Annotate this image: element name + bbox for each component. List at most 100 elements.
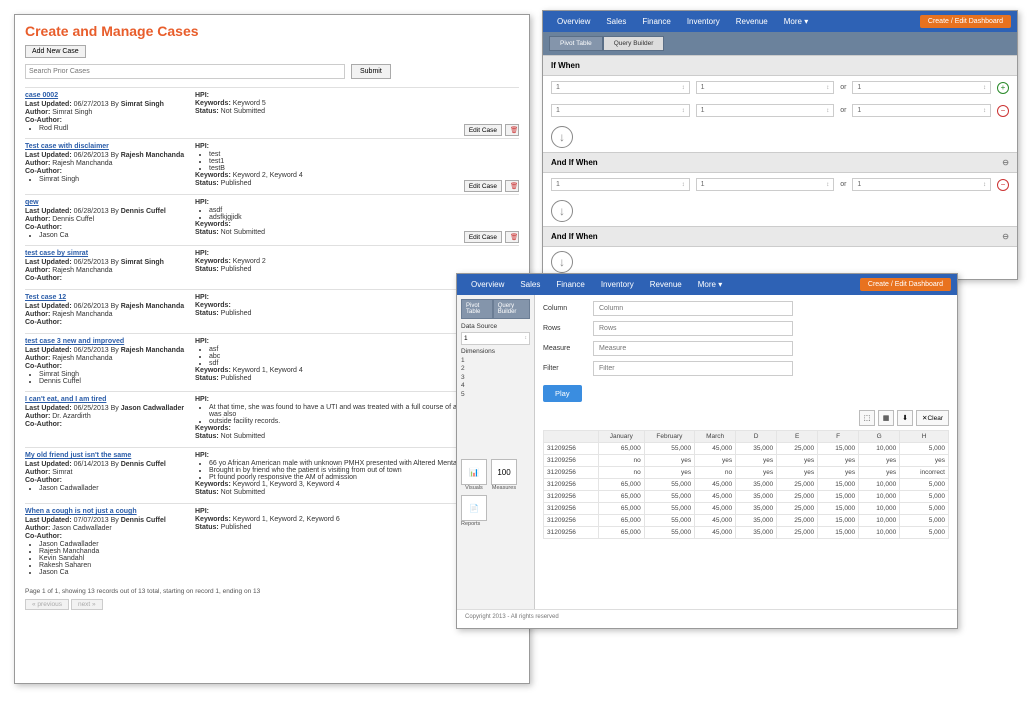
arrow-down-icon[interactable]: ↓ — [551, 251, 573, 273]
table-header: March — [695, 431, 736, 443]
table-row: 3120925665,00055,00045,00035,00025,00015… — [544, 443, 949, 455]
remove-condition-icon[interactable]: − — [997, 105, 1009, 117]
filter-input[interactable] — [593, 361, 793, 376]
measure-label: Measure — [543, 345, 593, 352]
create-dashboard-button[interactable]: Create / Edit Dashboard — [860, 278, 951, 291]
measure-input[interactable] — [593, 341, 793, 356]
edit-case-button[interactable]: Edit Case — [464, 231, 502, 243]
add-condition-icon[interactable]: + — [997, 82, 1009, 94]
column-label: Column — [543, 305, 593, 312]
edit-case-button[interactable]: Edit Case — [464, 124, 502, 136]
nav-revenue[interactable]: Revenue — [642, 278, 690, 291]
nav-revenue[interactable]: Revenue — [728, 15, 776, 28]
table-header: H — [900, 431, 949, 443]
prev-button[interactable]: « previous — [25, 599, 69, 610]
condition-input[interactable]: 1 — [852, 104, 991, 117]
arrow-down-icon[interactable]: ↓ — [551, 126, 573, 148]
condition-input[interactable]: 1 — [551, 81, 690, 94]
table-row: 3120925665,00055,00045,00035,00025,00015… — [544, 515, 949, 527]
data-source-select[interactable]: 1 — [461, 332, 530, 345]
case-link[interactable]: qew — [25, 199, 195, 206]
table-row: 3120925665,00055,00045,00035,00025,00015… — [544, 527, 949, 539]
nav-overview[interactable]: Overview — [549, 15, 598, 28]
dimension-item[interactable]: 3 — [461, 374, 530, 382]
case-link[interactable]: When a cough is not just a cough — [25, 508, 195, 515]
edit-case-button[interactable]: Edit Case — [464, 180, 502, 192]
condition-input[interactable]: 1 — [696, 178, 835, 191]
play-button[interactable]: Play — [543, 385, 582, 402]
condition-input[interactable]: 1 — [696, 81, 835, 94]
measures-icon[interactable]: 100 — [491, 459, 517, 485]
create-dashboard-button[interactable]: Create / Edit Dashboard — [920, 15, 1011, 28]
condition-input[interactable]: 1 — [852, 81, 991, 94]
dimension-item[interactable]: 2 — [461, 365, 530, 373]
nav-finance[interactable]: Finance — [634, 15, 678, 28]
dimension-item[interactable]: 1 — [461, 357, 530, 365]
collapse-icon[interactable]: ⊖ — [1002, 158, 1009, 167]
table-header: E — [777, 431, 818, 443]
add-new-case-button[interactable]: Add New Case — [25, 45, 86, 58]
rows-input[interactable] — [593, 321, 793, 336]
nav-finance[interactable]: Finance — [548, 278, 592, 291]
footer: Copyright 2013 - All rights reserved — [457, 609, 957, 624]
visuals-icon[interactable]: 📊 — [461, 459, 487, 485]
case-link[interactable]: Test case 12 — [25, 294, 195, 301]
case-link[interactable]: Test case with disclaimer — [25, 143, 195, 150]
delete-case-icon[interactable]: 🗑 — [505, 180, 519, 192]
condition-input[interactable]: 1 — [551, 178, 690, 191]
or-label: or — [840, 84, 846, 91]
data-source-label: Data Source — [461, 323, 530, 330]
tab-query-builder[interactable]: Query Builder — [493, 299, 530, 319]
table-header: January — [598, 431, 644, 443]
data-table: JanuaryFebruaryMarchDEFGH 3120925665,000… — [543, 430, 949, 539]
table-header: February — [644, 431, 694, 443]
tab-pivot-table[interactable]: Pivot Table — [549, 36, 603, 51]
case-link[interactable]: case 0002 — [25, 92, 195, 99]
page-title: Create and Manage Cases — [25, 23, 519, 39]
tab-pivot-table[interactable]: Pivot Table — [461, 299, 493, 319]
nav-more[interactable]: More — [690, 278, 730, 291]
condition-input[interactable]: 1 — [696, 104, 835, 117]
arrow-down-icon[interactable]: ↓ — [551, 200, 573, 222]
nav-inventory[interactable]: Inventory — [593, 278, 642, 291]
tab-query-builder[interactable]: Query Builder — [603, 36, 665, 51]
collapse-icon[interactable]: ⊖ — [1002, 232, 1009, 241]
nav-overview[interactable]: Overview — [463, 278, 512, 291]
dimensions-label: Dimensions — [461, 348, 530, 355]
dimension-item[interactable]: 4 — [461, 382, 530, 390]
table-row: 3120925665,00055,00045,00035,00025,00015… — [544, 479, 949, 491]
case-link[interactable]: I can't eat, and I am tired — [25, 396, 195, 403]
nav-inventory[interactable]: Inventory — [679, 15, 728, 28]
column-input[interactable] — [593, 301, 793, 316]
delete-case-icon[interactable]: 🗑 — [505, 231, 519, 243]
section-if-when: If When — [543, 55, 1017, 76]
table-row: 31209256noyesyesyesyesyesyesyes — [544, 455, 949, 467]
table-row: 31209256noyesnoyesyesyesyesincorrect — [544, 467, 949, 479]
case-link[interactable]: test case 3 new and improved — [25, 338, 195, 345]
section-and-if-when: And If When⊖ — [543, 226, 1017, 247]
reports-icon[interactable]: 📄 — [461, 495, 487, 521]
tool-icon[interactable]: ⬇ — [897, 410, 913, 426]
nav-sales[interactable]: Sales — [512, 278, 548, 291]
tool-icon[interactable]: ▦ — [878, 410, 894, 426]
condition-input[interactable]: 1 — [852, 178, 991, 191]
nav-more[interactable]: More — [776, 15, 816, 28]
table-header: G — [859, 431, 900, 443]
remove-condition-icon[interactable]: − — [997, 179, 1009, 191]
nav-sales[interactable]: Sales — [598, 15, 634, 28]
dimension-item[interactable]: 5 — [461, 391, 530, 399]
sidebar: Pivot Table Query Builder Data Source 1 … — [457, 295, 535, 609]
search-input[interactable] — [25, 64, 345, 79]
delete-case-icon[interactable]: 🗑 — [505, 124, 519, 136]
condition-input[interactable]: 1 — [551, 104, 690, 117]
or-label: or — [840, 107, 846, 114]
clear-button[interactable]: ✕Clear — [916, 410, 949, 426]
tool-icon[interactable]: ⬚ — [859, 410, 875, 426]
next-button[interactable]: next » — [71, 599, 103, 610]
navbar: Overview Sales Finance Inventory Revenue… — [457, 274, 957, 295]
case-link[interactable]: test case by simrat — [25, 250, 195, 257]
case-link[interactable]: My old friend just isn't the same — [25, 452, 195, 459]
submit-button[interactable]: Submit — [351, 64, 391, 79]
navbar: Overview Sales Finance Inventory Revenue… — [543, 11, 1017, 32]
case-management-panel: Create and Manage Cases Add New Case Sub… — [14, 14, 530, 684]
